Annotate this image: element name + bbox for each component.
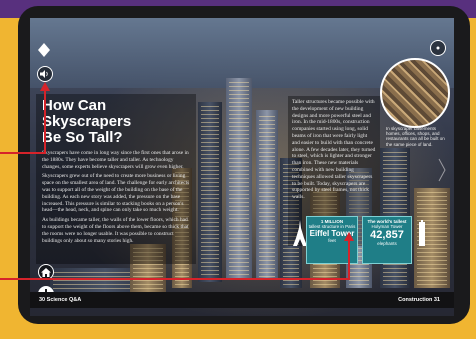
skyscraper [226,78,252,278]
page-footer: 30 Science Q&A Construction 31 [30,292,454,308]
title-line: How Can Skyscrapers [42,97,132,130]
arrowhead-icon [40,82,50,91]
paragraph: Skyscrapers have come in long way since … [42,150,189,170]
paragraph: Taller structures became possible with t… [292,99,376,201]
speaker-icon[interactable] [37,66,53,82]
close-icon[interactable] [430,40,446,56]
page-number-left: 30 Science Q&A [39,297,82,303]
infobox-sub: elephants [377,241,397,246]
skyscraper [256,110,278,280]
page-number-right: Construction 31 [398,297,440,303]
infobox-number: 42,857 [370,229,404,241]
title-line: Be So Tall? [42,129,123,146]
infobox-tower[interactable]: The world's tallest Holyman Tower 42,857… [362,216,412,264]
skyscraper [198,102,222,282]
aerial-photo[interactable] [380,58,450,128]
paragraph: As buildings became taller, the walls of… [42,217,189,244]
callout-arrow [44,90,46,154]
article-left-column: How Can Skyscrapers Be So Tall? Skyscrap… [36,94,196,264]
ebook-page: How Can Skyscrapers Be So Tall? Skyscrap… [30,18,454,316]
callout-arrow [0,278,350,280]
page-title: How Can Skyscrapers Be So Tall? [42,98,190,146]
infobox-top: The world's tallest [367,219,407,224]
photo-caption: In skyscraper basements homes, offices, … [386,126,445,147]
arrowhead-icon [344,232,354,241]
diamond-icon[interactable] [36,42,52,58]
paragraph: Skyscrapers grew out of the need to crea… [42,173,190,214]
skyscraper-icon [419,220,425,246]
callout-arrow [348,240,350,280]
callout-arrow [0,152,46,154]
infobox-top: 1 MILLION [320,219,344,224]
next-page-icon[interactable] [438,158,446,182]
